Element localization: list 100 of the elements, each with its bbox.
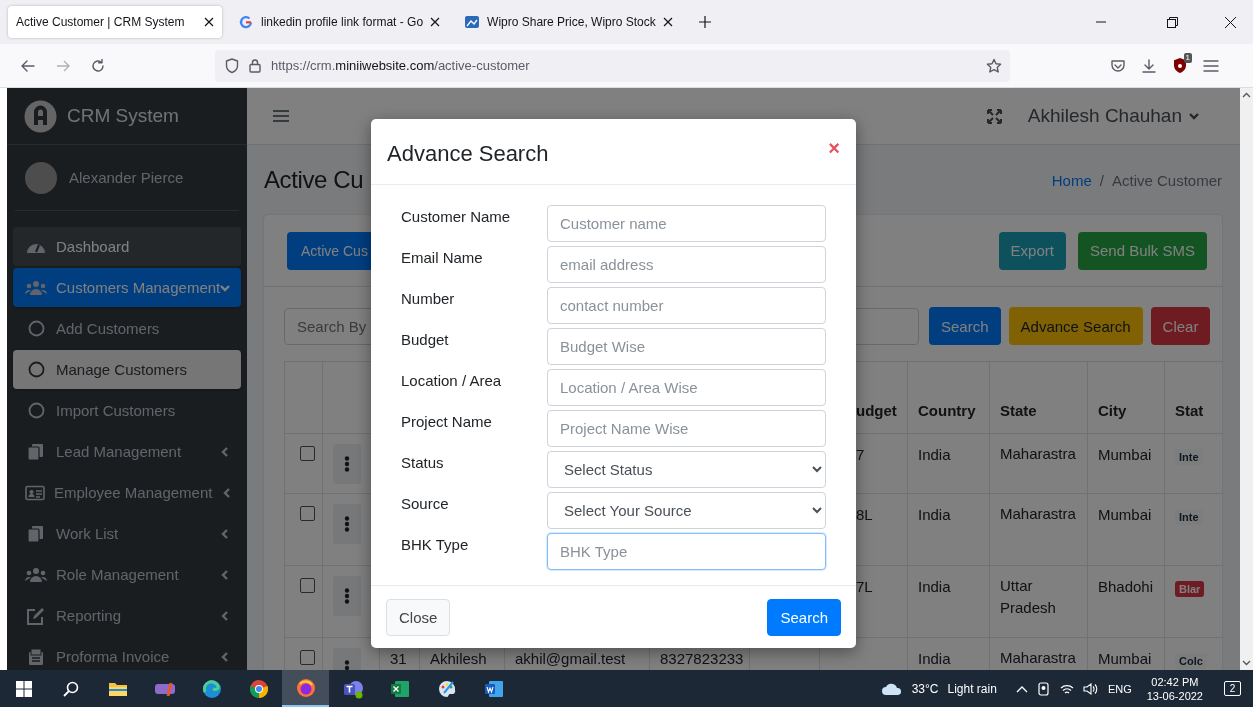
user-name: Alexander Pierce <box>69 169 184 186</box>
brand-logo-icon <box>24 99 57 133</box>
start-icon[interactable] <box>15 680 32 697</box>
notification-button[interactable]: 2 <box>1224 681 1241 696</box>
circle-outline-icon <box>27 320 45 337</box>
user-menu[interactable]: Akhilesh Chauhan <box>1027 105 1182 127</box>
nav-item[interactable]: Dashboard <box>13 227 241 266</box>
row-actions-button[interactable] <box>333 576 361 616</box>
nav-item[interactable]: Customers Management <box>13 268 241 307</box>
breadcrumb-separator: / <box>1099 171 1104 189</box>
search-toolbar-button[interactable]: Search <box>929 307 1001 345</box>
select-field[interactable]: Select Status <box>547 451 826 488</box>
flame-circle-icon[interactable] <box>295 677 316 698</box>
nav-item[interactable]: Employee Management <box>13 473 241 512</box>
close-button[interactable]: × <box>828 140 840 156</box>
action-button[interactable]: Export <box>998 231 1066 270</box>
reload-icon[interactable] <box>89 57 106 74</box>
row-checkbox[interactable] <box>300 578 315 593</box>
input-field[interactable]: contact number <box>547 287 826 324</box>
pocket-icon[interactable] <box>1110 57 1126 74</box>
chevron-down-icon[interactable] <box>1188 110 1200 122</box>
users-icon <box>25 279 47 296</box>
lock-icon <box>249 58 261 73</box>
table-cell: India <box>907 565 990 638</box>
row-checkbox[interactable] <box>300 446 315 461</box>
scroll-up-icon[interactable] <box>1242 92 1251 98</box>
input-field[interactable]: Project Name Wise <box>547 410 826 447</box>
close-button[interactable]: Close <box>386 598 451 636</box>
palette-icon[interactable] <box>436 678 457 699</box>
row-checkbox[interactable] <box>300 650 315 665</box>
chevron-up-icon[interactable] <box>1015 684 1028 693</box>
browser-tab[interactable]: linkedin profile link format - Go <box>230 6 449 38</box>
nav-subitem[interactable]: Import Customers <box>13 391 241 430</box>
ring-circle-icon[interactable] <box>248 678 269 699</box>
close-icon[interactable] <box>1224 16 1236 28</box>
people-tile-icon[interactable] <box>342 678 363 699</box>
copy-icon <box>27 442 45 461</box>
active-app-slot[interactable] <box>282 670 329 707</box>
vertical-dots-icon <box>344 516 350 532</box>
plus-icon[interactable] <box>698 16 711 28</box>
star-icon[interactable] <box>986 57 1002 74</box>
clock-time[interactable]: 02:42 PM <box>1151 674 1199 689</box>
app-tile-icon[interactable] <box>153 680 176 697</box>
nav-item[interactable]: Work List <box>13 514 241 553</box>
close-icon[interactable] <box>204 17 214 27</box>
speaker-icon[interactable] <box>1082 682 1099 695</box>
folder-icon[interactable] <box>107 680 128 697</box>
nav-item[interactable]: Lead Management <box>13 432 241 471</box>
swirl-circle-icon[interactable] <box>201 678 222 699</box>
input-field[interactable]: Location / Area Wise <box>547 369 826 406</box>
search-button[interactable]: Search <box>767 598 841 636</box>
table-cell: Maharastra <box>989 493 1088 566</box>
browser-tab[interactable]: Active Customer | CRM System <box>8 6 222 38</box>
nav-subitem[interactable]: Manage Customers <box>13 350 241 389</box>
input-field[interactable]: email address <box>547 246 826 283</box>
shield-extension-icon[interactable] <box>1172 57 1188 74</box>
camera-icon[interactable] <box>1036 681 1051 696</box>
menu-icon[interactable] <box>1203 58 1219 73</box>
input-field[interactable]: BHK Type <box>547 533 826 570</box>
address-bar[interactable]: https://crm.miniiwebsite.com/active-customer <box>215 49 1010 82</box>
document-icon[interactable] <box>483 678 504 699</box>
fullscreen-icon[interactable] <box>986 108 1002 124</box>
nav-item[interactable]: Reporting <box>13 596 241 635</box>
field-label: Project Name <box>401 412 493 432</box>
nav-subitem[interactable]: Add Customers <box>13 309 241 348</box>
breadcrumb-link[interactable]: Home <box>1051 171 1092 189</box>
id-card-icon <box>25 484 45 501</box>
input-field[interactable]: Customer name <box>547 205 826 242</box>
clock-date[interactable]: 13-06-2022 <box>1146 688 1203 703</box>
row-checkbox[interactable] <box>300 506 315 521</box>
nav-item[interactable]: Proforma Invoice <box>13 637 241 670</box>
action-button[interactable]: Send Bulk SMS <box>1077 231 1207 270</box>
input-field[interactable]: Budget Wise <box>547 328 826 365</box>
search-toolbar-button[interactable]: Clear <box>1150 307 1211 345</box>
close-icon[interactable] <box>430 17 441 27</box>
download-icon[interactable] <box>1141 57 1157 74</box>
row-actions-button[interactable] <box>333 504 361 544</box>
close-icon[interactable] <box>662 17 673 27</box>
spreadsheet-icon[interactable] <box>389 678 410 699</box>
users-icon <box>25 566 47 583</box>
table-cell: India <box>907 493 990 566</box>
search-toolbar-button[interactable]: Advance Search <box>1008 307 1143 345</box>
copy-icon <box>27 524 45 543</box>
menu-icon[interactable] <box>273 109 289 123</box>
field-label: Number <box>401 289 456 309</box>
modal-title: Advance Search <box>387 141 549 167</box>
select-field[interactable]: Select Your Source <box>547 492 826 529</box>
image-tile-icon <box>464 14 481 30</box>
restore-icon[interactable] <box>1166 16 1178 28</box>
browser-tab[interactable]: Wipro Share Price, Wipro Stock <box>456 6 681 38</box>
row-actions-button[interactable] <box>333 444 361 484</box>
search-icon[interactable] <box>62 680 79 697</box>
column-header: State <box>989 361 1088 434</box>
scroll-down-icon[interactable] <box>1242 660 1251 666</box>
nav-item[interactable]: Role Management <box>13 555 241 594</box>
circle-outline-icon <box>27 402 45 419</box>
table-cell: Maharastra <box>989 433 1088 494</box>
field-label: Source <box>401 494 450 514</box>
language-indicator[interactable]: ENG <box>1107 682 1132 695</box>
wifi-icon[interactable] <box>1059 682 1074 695</box>
